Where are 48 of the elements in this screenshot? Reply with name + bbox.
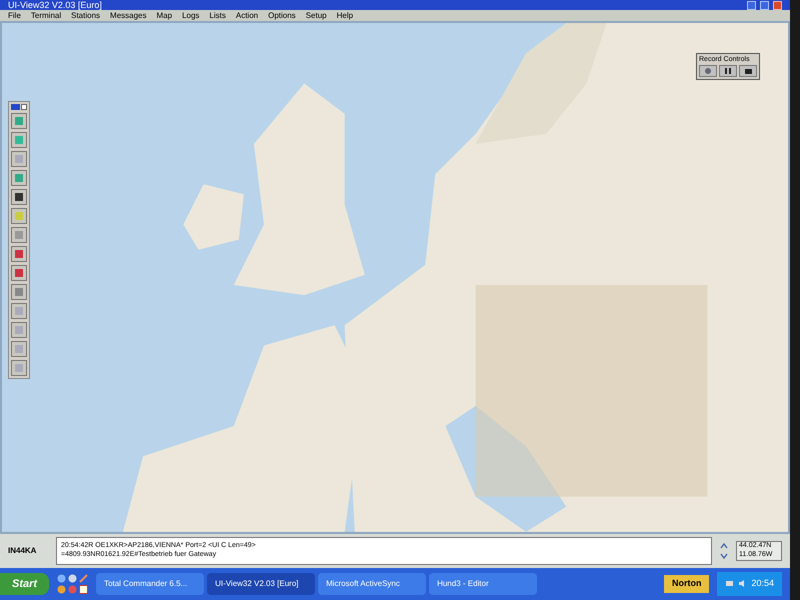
palette-title-bar (11, 104, 20, 110)
menu-item[interactable]: Logs (182, 12, 200, 20)
tool-icon (14, 135, 24, 146)
start-button[interactable]: Start (0, 572, 50, 595)
stop-button[interactable] (739, 65, 757, 78)
close-button[interactable] (21, 104, 27, 110)
minimize-button[interactable] (747, 0, 756, 10)
menu-item[interactable]: Lists (209, 12, 226, 20)
tool-icon (14, 268, 24, 278)
tool-icon (14, 230, 24, 240)
taskbar-button[interactable]: Total Commander 6.5... (96, 572, 204, 595)
record-button[interactable] (699, 65, 717, 78)
pause-button[interactable] (719, 65, 737, 78)
tool-icon (14, 363, 24, 374)
menu-item[interactable]: Map (156, 12, 172, 20)
restore-button[interactable] (760, 0, 769, 10)
window-title: UI-View32 V2.03 [Euro] (8, 0, 102, 10)
tool-icon (14, 173, 24, 184)
window-icon[interactable] (79, 584, 88, 594)
tool-icon (14, 249, 24, 260)
clock: 20:54 (751, 577, 774, 590)
menu-item[interactable]: Messages (110, 12, 146, 20)
tool-icon (14, 192, 24, 202)
up-down-arrows-icon (720, 542, 728, 560)
norton-badge[interactable]: Norton (664, 574, 710, 593)
menu-item[interactable]: Help (336, 12, 354, 20)
tool-icon (14, 287, 24, 298)
tool-icon (14, 325, 24, 336)
tool-icon (14, 154, 24, 164)
record-icon (705, 68, 711, 74)
locator-label: IN44KA (8, 544, 38, 557)
tool-icon (14, 211, 24, 222)
menu-item[interactable]: File (8, 12, 21, 20)
tool-icon (14, 306, 24, 316)
pause-icon (725, 68, 731, 74)
menu-item[interactable]: Options (268, 12, 296, 20)
tool-button[interactable] (11, 189, 27, 206)
menu-item[interactable]: Action (236, 12, 258, 20)
taskbar-button[interactable]: Microsoft ActiveSync (318, 572, 426, 595)
network-icon[interactable] (725, 579, 734, 588)
tool-icon (14, 116, 24, 126)
menu-item[interactable]: Terminal (30, 12, 62, 20)
menu-item[interactable]: Stations (71, 12, 100, 20)
taskbar-button[interactable]: Hund3 - Editor (429, 572, 538, 595)
menu-item[interactable]: Setup (306, 12, 327, 20)
taskbar-button[interactable]: UI-View32 V2.03 [Euro] (207, 572, 316, 595)
stop-icon (744, 68, 752, 74)
tool-icon (14, 344, 24, 354)
